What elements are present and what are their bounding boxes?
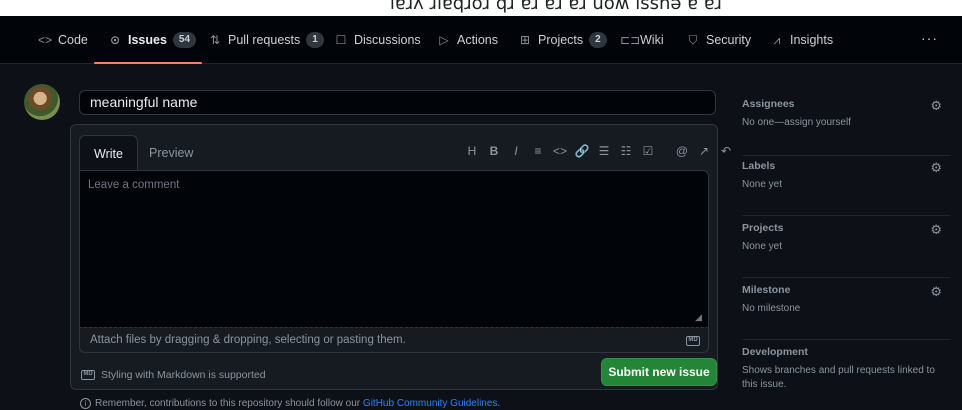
remember-suffix: . [497,398,501,410]
tab-insights-label: Insights [790,33,834,47]
comment-editor: Write Preview H B I ≡ <> 🔗 ☰ ☷ ☑ @ ↗ ↶ L… [70,124,731,390]
mention-icon[interactable]: @ [671,139,693,163]
top-strip-text: ıɐɹʎ ɹıɐqɹoɹ qɹ ɐɹ ɐɹ ɐɹ uoʍ ıssnǝ ɐ ɐɹ [389,0,722,14]
tab-pull-requests-label: Pull requests [228,33,301,47]
info-icon: i [80,398,91,409]
bold-icon[interactable]: B [483,139,505,163]
ordered-list-icon[interactable]: ☷ [615,139,637,163]
pull-request-icon: ⇅ [209,33,221,47]
code-icon: <> [38,33,53,47]
tab-security-label: Security [706,33,752,47]
tab-wiki[interactable]: ⊏⊐ Wiki [620,28,664,52]
actions-icon: ▷ [439,33,449,47]
insights-icon: ⩘ [773,32,781,47]
tab-write[interactable]: Write [79,135,138,171]
assignees-title[interactable]: Assignees [742,98,950,110]
contribution-guidelines-note: i Remember, contributions to this reposit… [80,398,500,409]
comment-textarea[interactable]: Leave a comment ◢ [79,170,709,327]
resize-handle-icon[interactable]: ◢ [695,312,702,323]
tab-pull-requests[interactable]: ⇅ Pull requests 1 [208,28,324,52]
markdown-icon: MD [81,370,95,380]
tab-actions-label: Actions [457,33,498,47]
tab-projects-label: Projects [538,33,584,47]
remember-prefix: Remember, contributions to this reposito… [95,398,361,410]
markdown-support-text: Styling with Markdown is supported [101,369,266,381]
labels-section: Labels None yet ⚙ [742,160,950,216]
development-value: Shows branches and pull requests linked … [742,365,935,390]
markdown-icon: MD [686,336,700,346]
tab-actions[interactable]: ▷ Actions [437,28,498,52]
heading-icon[interactable]: H [461,139,483,163]
tab-preview[interactable]: Preview [135,135,207,171]
discussions-icon: ☐ [335,33,347,47]
saved-replies-icon[interactable]: ↶ [715,139,737,163]
projects-counter: 2 [589,32,607,48]
task-list-icon[interactable]: ☑ [637,139,659,163]
projects-section: Projects None yet ⚙ [742,222,950,278]
quote-icon[interactable]: ≡ [527,139,549,163]
markdown-support-note[interactable]: MD Styling with Markdown is supported [81,369,266,381]
milestone-title[interactable]: Milestone [742,284,950,296]
top-strip: ıɐɹʎ ɹıɐqɹoɹ qɹ ɐɹ ɐɹ ɐɹ uoʍ ıssnǝ ɐ ɐɹ [0,0,962,16]
repo-nav: <> Code ⊙ Issues 54 ⇅ Pull requests 1 ☐ … [0,16,962,64]
tab-code[interactable]: <> Code [38,28,88,52]
gear-icon[interactable]: ⚙ [930,160,942,176]
gear-icon[interactable]: ⚙ [930,98,942,114]
issue-icon: ⊙ [109,33,121,47]
community-guidelines-link[interactable]: GitHub Community Guidelines [363,398,498,409]
markdown-toolbar: H B I ≡ <> 🔗 ☰ ☷ ☑ @ ↗ ↶ [461,139,737,163]
avatar [24,84,60,120]
comment-placeholder: Leave a comment [88,179,180,191]
tab-projects[interactable]: ⊞ Projects 2 [518,28,607,52]
projects-icon: ⊞ [519,33,531,47]
tab-code-label: Code [58,33,88,47]
tab-wiki-label: Wiki [640,33,664,47]
assignees-value[interactable]: No one—assign yourself [742,116,950,130]
development-title: Development [742,346,808,358]
issues-counter: 54 [172,32,197,48]
reference-icon[interactable]: ↗ [693,139,715,163]
labels-value: None yet [742,179,783,190]
pull-requests-counter: 1 [306,32,324,48]
gear-icon[interactable]: ⚙ [930,284,942,300]
code-icon[interactable]: <> [549,139,571,163]
wiki-icon: ⊏⊐ [620,33,641,47]
milestone-value: No milestone [742,303,801,314]
projects-value: None yet [742,241,783,252]
tab-security[interactable]: ⛉ Security [686,28,751,52]
security-icon: ⛉ [688,32,698,47]
issue-title-input[interactable]: meaningful name [79,90,716,115]
labels-title[interactable]: Labels [742,160,950,172]
italic-icon[interactable]: I [505,139,527,163]
development-section: Development Shows branches and pull requ… [742,346,950,408]
link-icon[interactable]: 🔗 [571,139,593,163]
assignees-section: Assignees No one—assign yourself ⚙ [742,98,950,156]
tab-discussions-label: Discussions [354,33,421,47]
tab-issues-label: Issues [128,33,167,47]
projects-title[interactable]: Projects [742,222,950,234]
milestone-section: Milestone No milestone ⚙ [742,284,950,340]
more-options-icon[interactable]: ··· [921,30,938,46]
submit-new-issue-button[interactable]: Submit new issue [601,358,717,386]
attach-files-text: Attach files by dragging & dropping, sel… [90,334,406,346]
attach-files-area[interactable]: Attach files by dragging & dropping, sel… [79,327,709,353]
tab-insights[interactable]: ⩘ Insights [770,28,833,52]
gear-icon[interactable]: ⚙ [930,222,942,238]
unordered-list-icon[interactable]: ☰ [593,139,615,163]
tab-discussions[interactable]: ☐ Discussions [334,28,421,52]
tab-issues[interactable]: ⊙ Issues 54 [93,28,203,64]
